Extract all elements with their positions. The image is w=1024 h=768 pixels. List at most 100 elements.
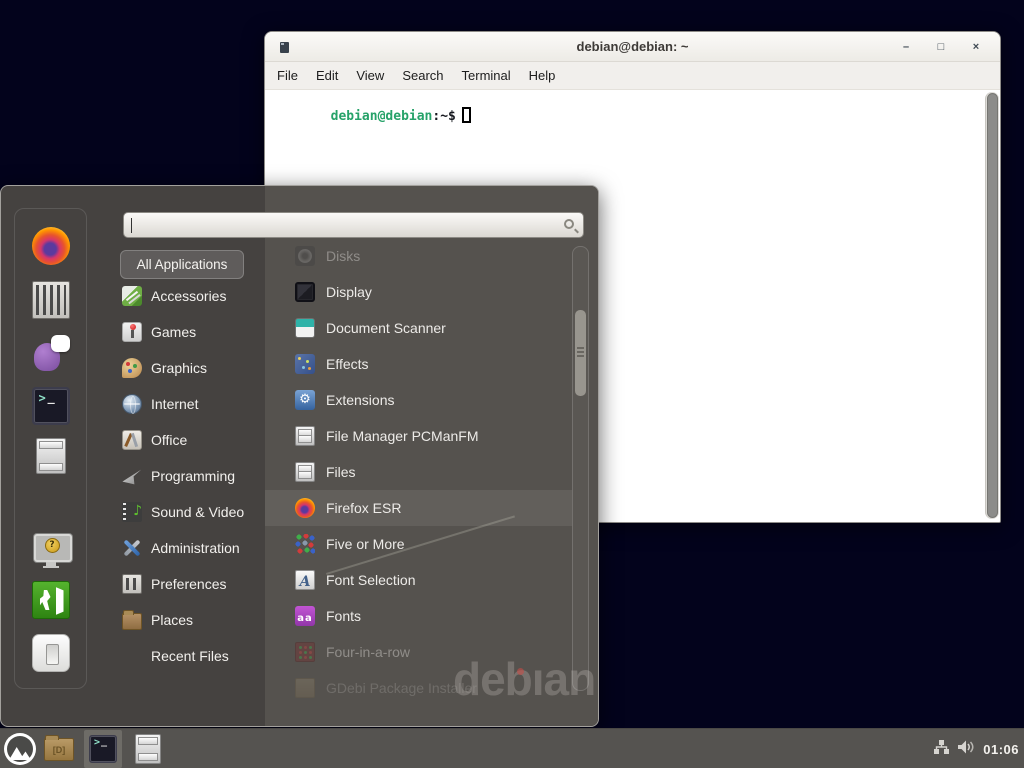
app-files[interactable]: Files	[265, 454, 572, 490]
categories-list: Accessories Games Graphics Internet Offi…	[113, 278, 265, 674]
app-label: Firefox ESR	[326, 500, 401, 516]
logout-icon	[32, 581, 70, 619]
system-tray: 01:06	[933, 729, 1019, 768]
category-office[interactable]: Office	[113, 422, 265, 458]
close-button[interactable]: ×	[966, 37, 986, 57]
file-cabinet-icon	[36, 438, 66, 474]
font-selection-icon	[295, 570, 315, 590]
internet-icon	[122, 394, 142, 414]
volume-icon[interactable]	[957, 739, 976, 760]
maximize-button[interactable]: □	[931, 37, 951, 57]
network-icon-glyph	[933, 739, 950, 755]
app-label: Files	[326, 464, 356, 480]
menu-help[interactable]: Help	[520, 64, 565, 87]
application-menu: All Applications Accessories Games Graph…	[0, 185, 599, 727]
shutdown-button[interactable]	[32, 634, 70, 672]
volume-icon-glyph	[957, 739, 976, 755]
administration-icon	[122, 538, 142, 558]
app-file-manager-pcmanfm[interactable]: File Manager PCManFM	[265, 418, 572, 454]
four-in-a-row-icon	[295, 642, 315, 662]
category-games[interactable]: Games	[113, 314, 265, 350]
terminal-icon	[89, 735, 117, 763]
office-icon	[122, 430, 142, 450]
category-label: Sound & Video	[151, 504, 244, 520]
menu-view[interactable]: View	[347, 64, 393, 87]
favorite-file-manager[interactable]	[36, 438, 66, 474]
terminal-prompt: debian@debian:~$	[268, 92, 471, 139]
category-places[interactable]: Places	[113, 602, 265, 638]
document-scanner-icon	[295, 318, 315, 338]
menu-terminal[interactable]: Terminal	[453, 64, 520, 87]
app-display[interactable]: Display	[265, 274, 572, 310]
favorite-pidgin[interactable]	[32, 335, 70, 373]
menu-file[interactable]: File	[268, 64, 307, 87]
file-manager-launcher[interactable]	[135, 734, 161, 764]
files-icon	[295, 462, 315, 482]
app-label: Fonts	[326, 608, 361, 624]
menu-scrollbar-thumb[interactable]	[575, 310, 586, 396]
terminal-scrollbar-thumb[interactable]	[987, 93, 998, 518]
desktop-folder-launcher[interactable]: [D]	[44, 738, 74, 761]
app-label: GDebi Package Installer	[326, 680, 477, 696]
category-administration[interactable]: Administration	[113, 530, 265, 566]
terminal-menubar: File Edit View Search Terminal Help	[265, 62, 1000, 90]
display-icon	[295, 282, 315, 302]
favorite-firefox[interactable]	[32, 227, 70, 265]
category-label: Office	[151, 432, 187, 448]
category-recent-files[interactable]: Recent Files	[113, 638, 265, 674]
logout-button[interactable]	[32, 581, 70, 619]
app-label: Five or More	[326, 536, 405, 552]
shutdown-icon	[32, 634, 70, 672]
search-input[interactable]	[123, 212, 584, 238]
app-firefox-esr[interactable]: Firefox ESR	[265, 490, 572, 526]
category-preferences[interactable]: Preferences	[113, 566, 265, 602]
terminal-scrollbar-track[interactable]	[985, 92, 999, 519]
minimize-button[interactable]: –	[896, 37, 916, 57]
clock[interactable]: 01:06	[983, 742, 1019, 757]
category-programming[interactable]: Programming	[113, 458, 265, 494]
search-icon	[564, 219, 574, 229]
terminal-icon	[32, 387, 70, 425]
taskbar: [D] 01:06	[0, 728, 1024, 768]
menu-scrollbar-track[interactable]	[572, 246, 589, 691]
category-label: Programming	[151, 468, 235, 484]
app-extensions[interactable]: Extensions	[265, 382, 572, 418]
app-gdebi-package-installer[interactable]: GDebi Package Installer	[265, 670, 572, 706]
category-all-applications[interactable]: All Applications	[120, 250, 244, 279]
category-graphics[interactable]: Graphics	[113, 350, 265, 386]
menu-edit[interactable]: Edit	[307, 64, 347, 87]
terminal-titlebar[interactable]: debian@debian: ~ – □ ×	[265, 32, 1000, 62]
category-accessories[interactable]: Accessories	[113, 278, 265, 314]
menu-search[interactable]: Search	[393, 64, 452, 87]
menu-button[interactable]	[4, 733, 36, 765]
app-effects[interactable]: Effects	[265, 346, 572, 382]
all-applications-label: All Applications	[137, 257, 228, 272]
network-icon[interactable]	[933, 739, 950, 760]
category-internet[interactable]: Internet	[113, 386, 265, 422]
terminal-window-title: debian@debian: ~	[265, 32, 1000, 62]
pidgin-icon	[32, 335, 70, 373]
monitor-stand	[46, 562, 56, 566]
lock-screen-button[interactable]	[32, 530, 70, 568]
app-font-selection[interactable]: Font Selection	[265, 562, 572, 598]
taskbar-terminal-active[interactable]	[84, 730, 122, 768]
favorite-terminal[interactable]	[32, 387, 70, 425]
desktop: debian@debian: ~ – □ × File Edit View Se…	[0, 0, 1024, 768]
effects-icon	[295, 354, 315, 374]
app-document-scanner[interactable]: Document Scanner	[265, 310, 572, 346]
graphics-icon	[122, 358, 142, 378]
app-label: Four-in-a-row	[326, 644, 410, 660]
favorites-rail	[14, 208, 87, 689]
app-label: File Manager PCManFM	[326, 428, 479, 444]
app-fonts[interactable]: Fonts	[265, 598, 572, 634]
accessories-icon	[122, 286, 142, 306]
control-center-icon	[32, 281, 70, 319]
app-four-in-a-row[interactable]: Four-in-a-row	[265, 634, 572, 670]
category-sound-video[interactable]: Sound & Video	[113, 494, 265, 530]
preferences-icon	[122, 574, 142, 594]
places-icon	[122, 613, 142, 630]
category-label: Internet	[151, 396, 198, 412]
favorite-control-center[interactable]	[32, 281, 70, 319]
app-label: Extensions	[326, 392, 394, 408]
app-disks[interactable]: Disks	[265, 238, 572, 274]
